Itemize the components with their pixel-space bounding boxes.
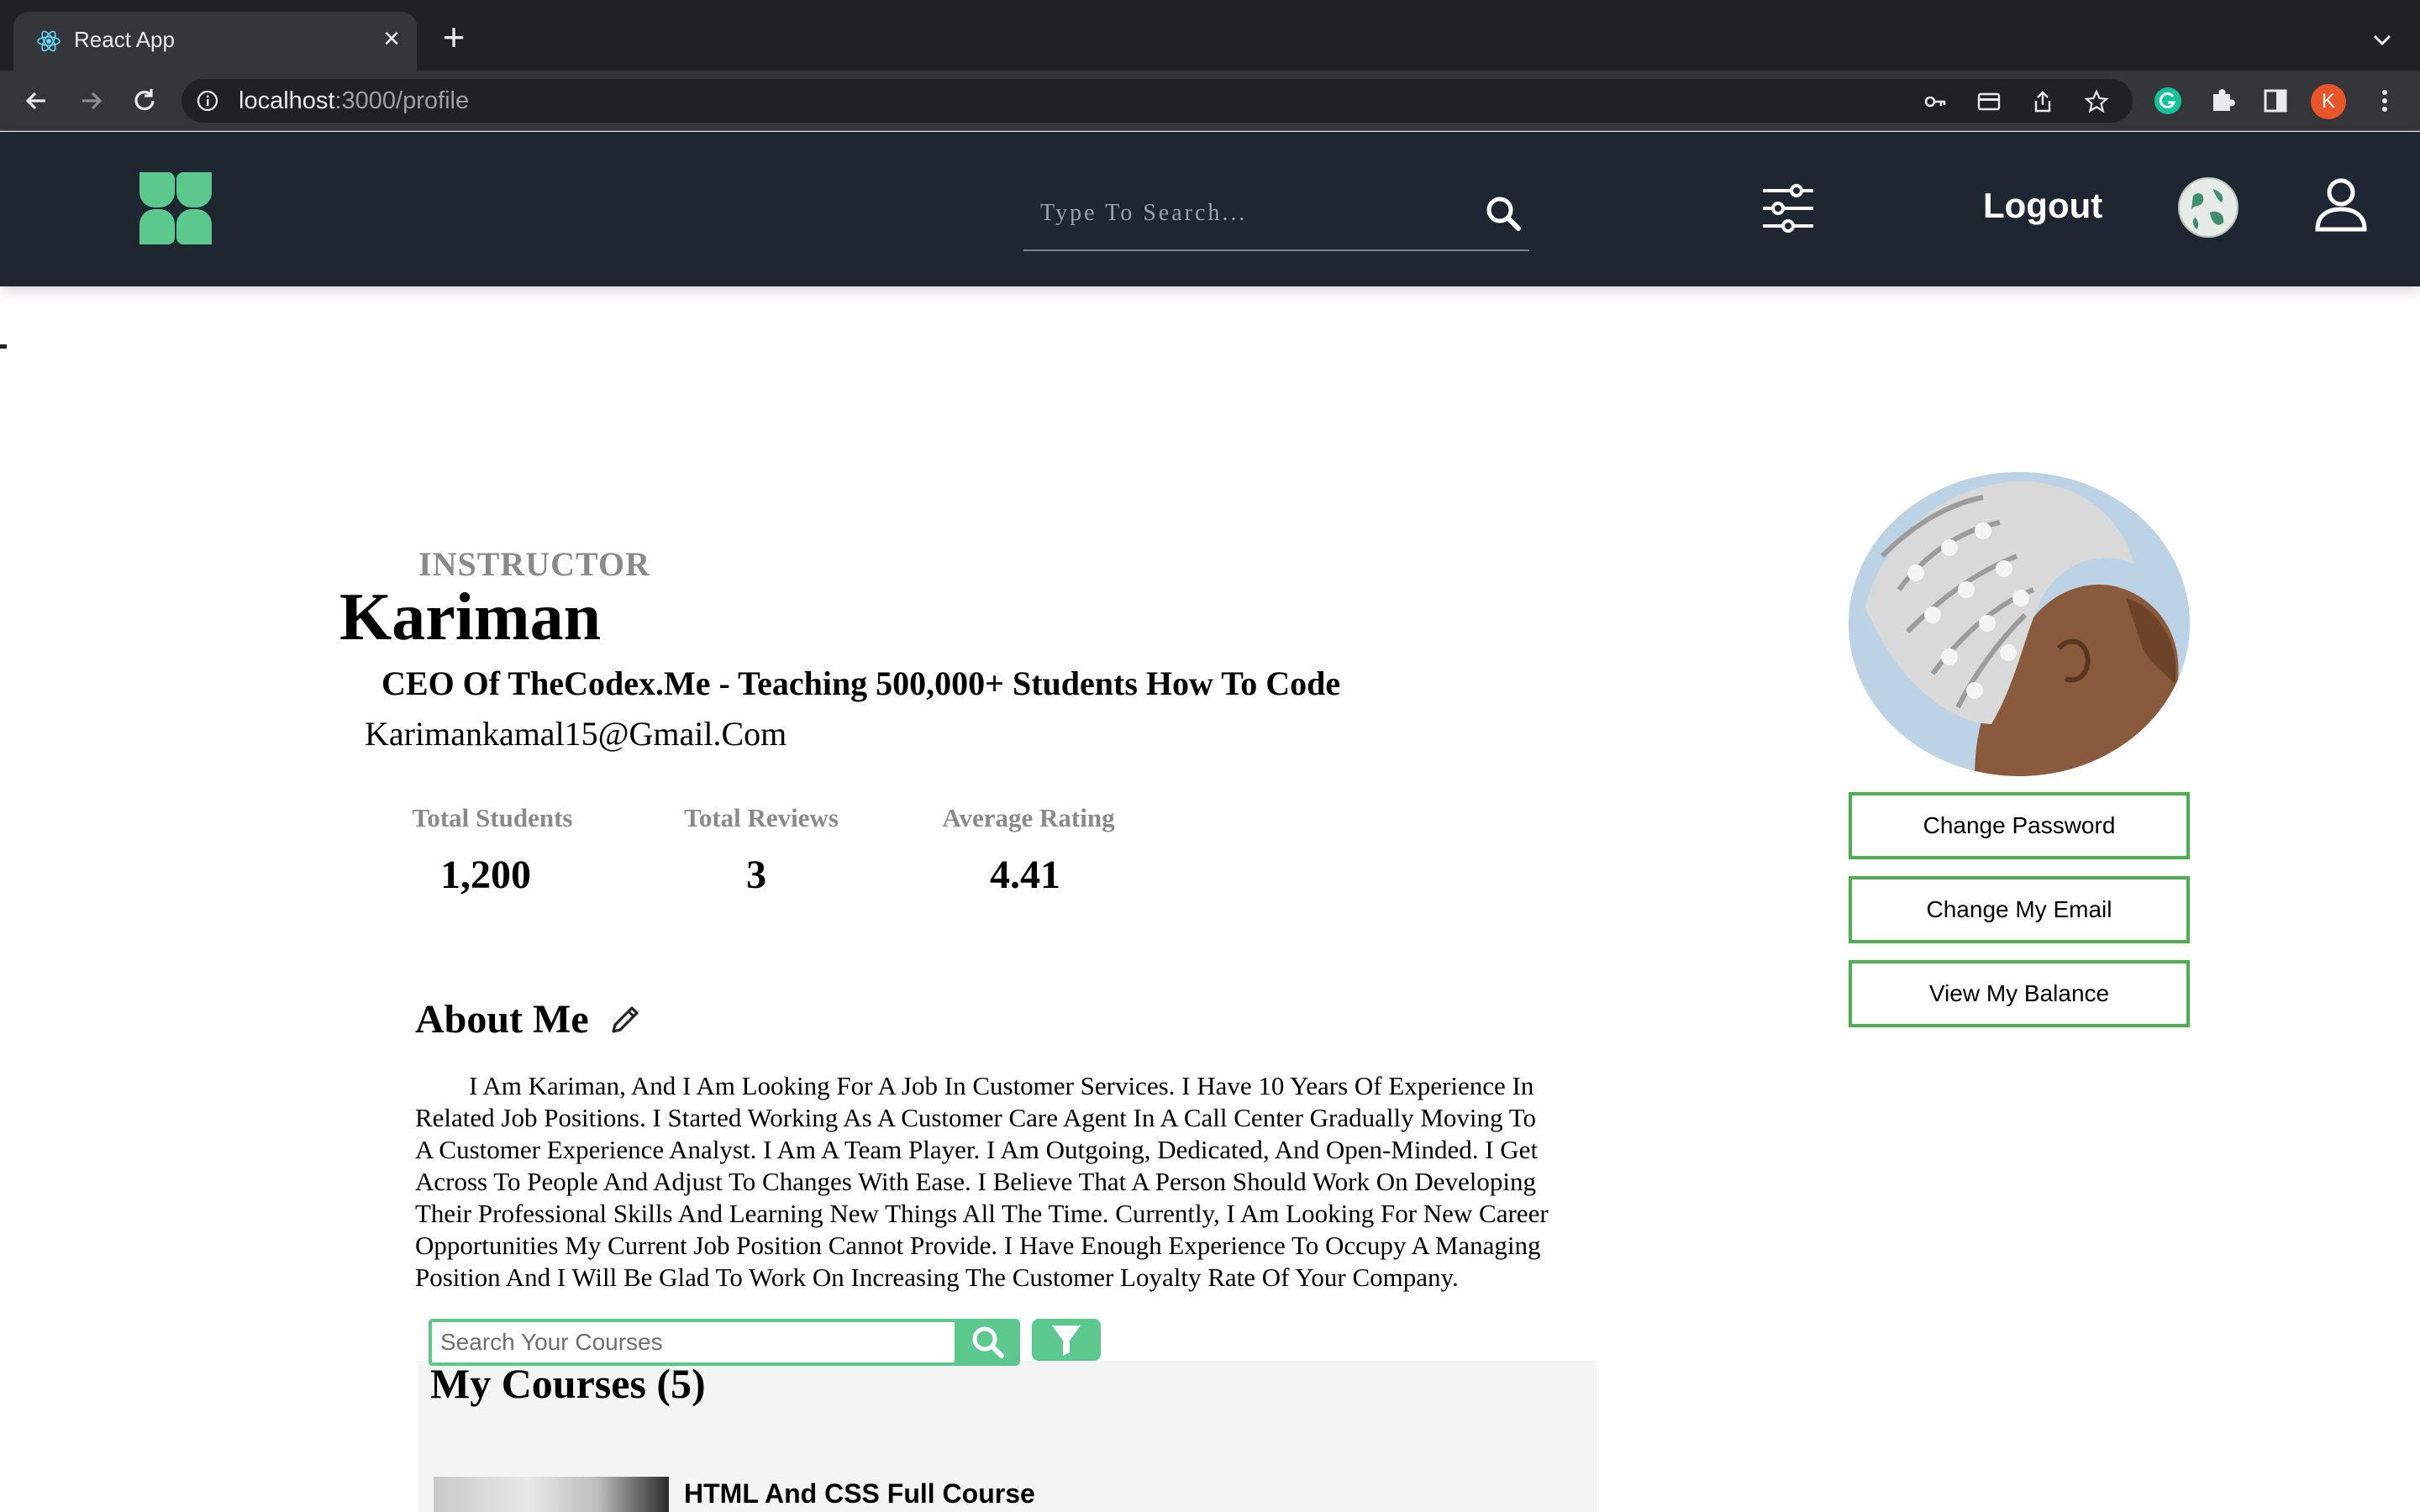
- tab-close-icon[interactable]: ×: [376, 24, 407, 54]
- stat-value: 4.41: [990, 853, 1060, 897]
- profile-role: INSTRUCTOR: [418, 545, 650, 583]
- pencil-edit-icon[interactable]: [607, 1001, 644, 1038]
- course-search-input[interactable]: [440, 1326, 944, 1359]
- reload-icon[interactable]: [128, 84, 161, 118]
- back-arrow-icon[interactable]: [20, 84, 54, 118]
- change-email-button[interactable]: Change My Email: [1849, 876, 2190, 943]
- info-icon[interactable]: [197, 90, 218, 112]
- stat-value: 1,200: [440, 853, 531, 897]
- global-search: [1023, 184, 1529, 251]
- react-logo-icon: [37, 30, 60, 52]
- stat-label: Total Reviews: [684, 803, 839, 832]
- browser-toolbar: localhost:3000/profile K: [0, 71, 2420, 131]
- course-title-link[interactable]: HTML And CSS Full Course: [684, 1478, 1035, 1509]
- card-icon[interactable]: [1976, 89, 2002, 114]
- logout-button[interactable]: Logout: [1983, 186, 2102, 226]
- extensions-puzzle-icon[interactable]: [2205, 84, 2238, 118]
- chevron-down-icon[interactable]: [2368, 25, 2396, 54]
- filter-sliders-icon[interactable]: [1760, 181, 1817, 236]
- tab-title: React App: [74, 27, 175, 52]
- address-bar[interactable]: localhost:3000/profile: [182, 79, 2133, 123]
- language-globe-icon[interactable]: [2178, 177, 2238, 238]
- profile-headline: CEO Of TheCodex.Me - Teaching 500,000+ S…: [381, 664, 1341, 702]
- profile-name: Kariman: [339, 580, 602, 654]
- browser-tab[interactable]: React App ×: [13, 12, 417, 71]
- key-icon[interactable]: [1923, 89, 1948, 114]
- view-balance-button[interactable]: View My Balance: [1849, 960, 2190, 1027]
- stat-value: 3: [746, 853, 766, 897]
- about-me-text: I Am Kariman, And I Am Looking For A Job…: [415, 1071, 1549, 1292]
- user-profile-icon[interactable]: [2312, 176, 2370, 236]
- url-text: localhost:3000/profile: [239, 87, 469, 115]
- change-password-button[interactable]: Change Password: [1849, 792, 2190, 859]
- forward-arrow-icon[interactable]: [74, 84, 108, 118]
- stat-label: Total Students: [412, 803, 573, 832]
- my-courses-title: My Courses (5): [430, 1360, 706, 1407]
- stray-mark: [0, 344, 7, 349]
- browser-tab-bar: React App × +: [0, 0, 2420, 71]
- stat-total-students: Total Students 1,200: [408, 803, 576, 898]
- course-search-button[interactable]: [955, 1319, 1020, 1366]
- url-path: :3000/profile: [334, 87, 470, 114]
- stat-label: Average Rating: [942, 803, 1115, 832]
- more-vertical-icon[interactable]: [2368, 84, 2402, 118]
- app-logo-icon[interactable]: [136, 169, 215, 248]
- star-icon[interactable]: [2084, 89, 2109, 114]
- stat-total-reviews: Total Reviews 3: [677, 803, 845, 898]
- search-input[interactable]: [1040, 192, 1460, 234]
- side-panel-icon[interactable]: [2259, 84, 2292, 118]
- funnel-filter-icon: [1052, 1326, 1081, 1356]
- profile-email: Karimankamal15@Gmail.Com: [365, 715, 787, 753]
- new-tab-button[interactable]: +: [437, 18, 471, 56]
- profile-photo: [1849, 472, 2190, 776]
- course-filter-button[interactable]: [1032, 1319, 1101, 1361]
- stat-average-rating: Average Rating 4.41: [936, 803, 1121, 898]
- grammarly-icon[interactable]: [2151, 84, 2185, 118]
- chrome-profile-avatar[interactable]: K: [2311, 84, 2346, 119]
- app-header: Logout: [0, 132, 2420, 286]
- url-host: localhost: [239, 87, 335, 114]
- search-icon: [972, 1326, 1004, 1358]
- search-icon[interactable]: [1484, 194, 1523, 233]
- share-icon[interactable]: [2030, 89, 2055, 114]
- about-me-title: About Me: [415, 997, 589, 1042]
- course-thumbnail[interactable]: [434, 1477, 669, 1512]
